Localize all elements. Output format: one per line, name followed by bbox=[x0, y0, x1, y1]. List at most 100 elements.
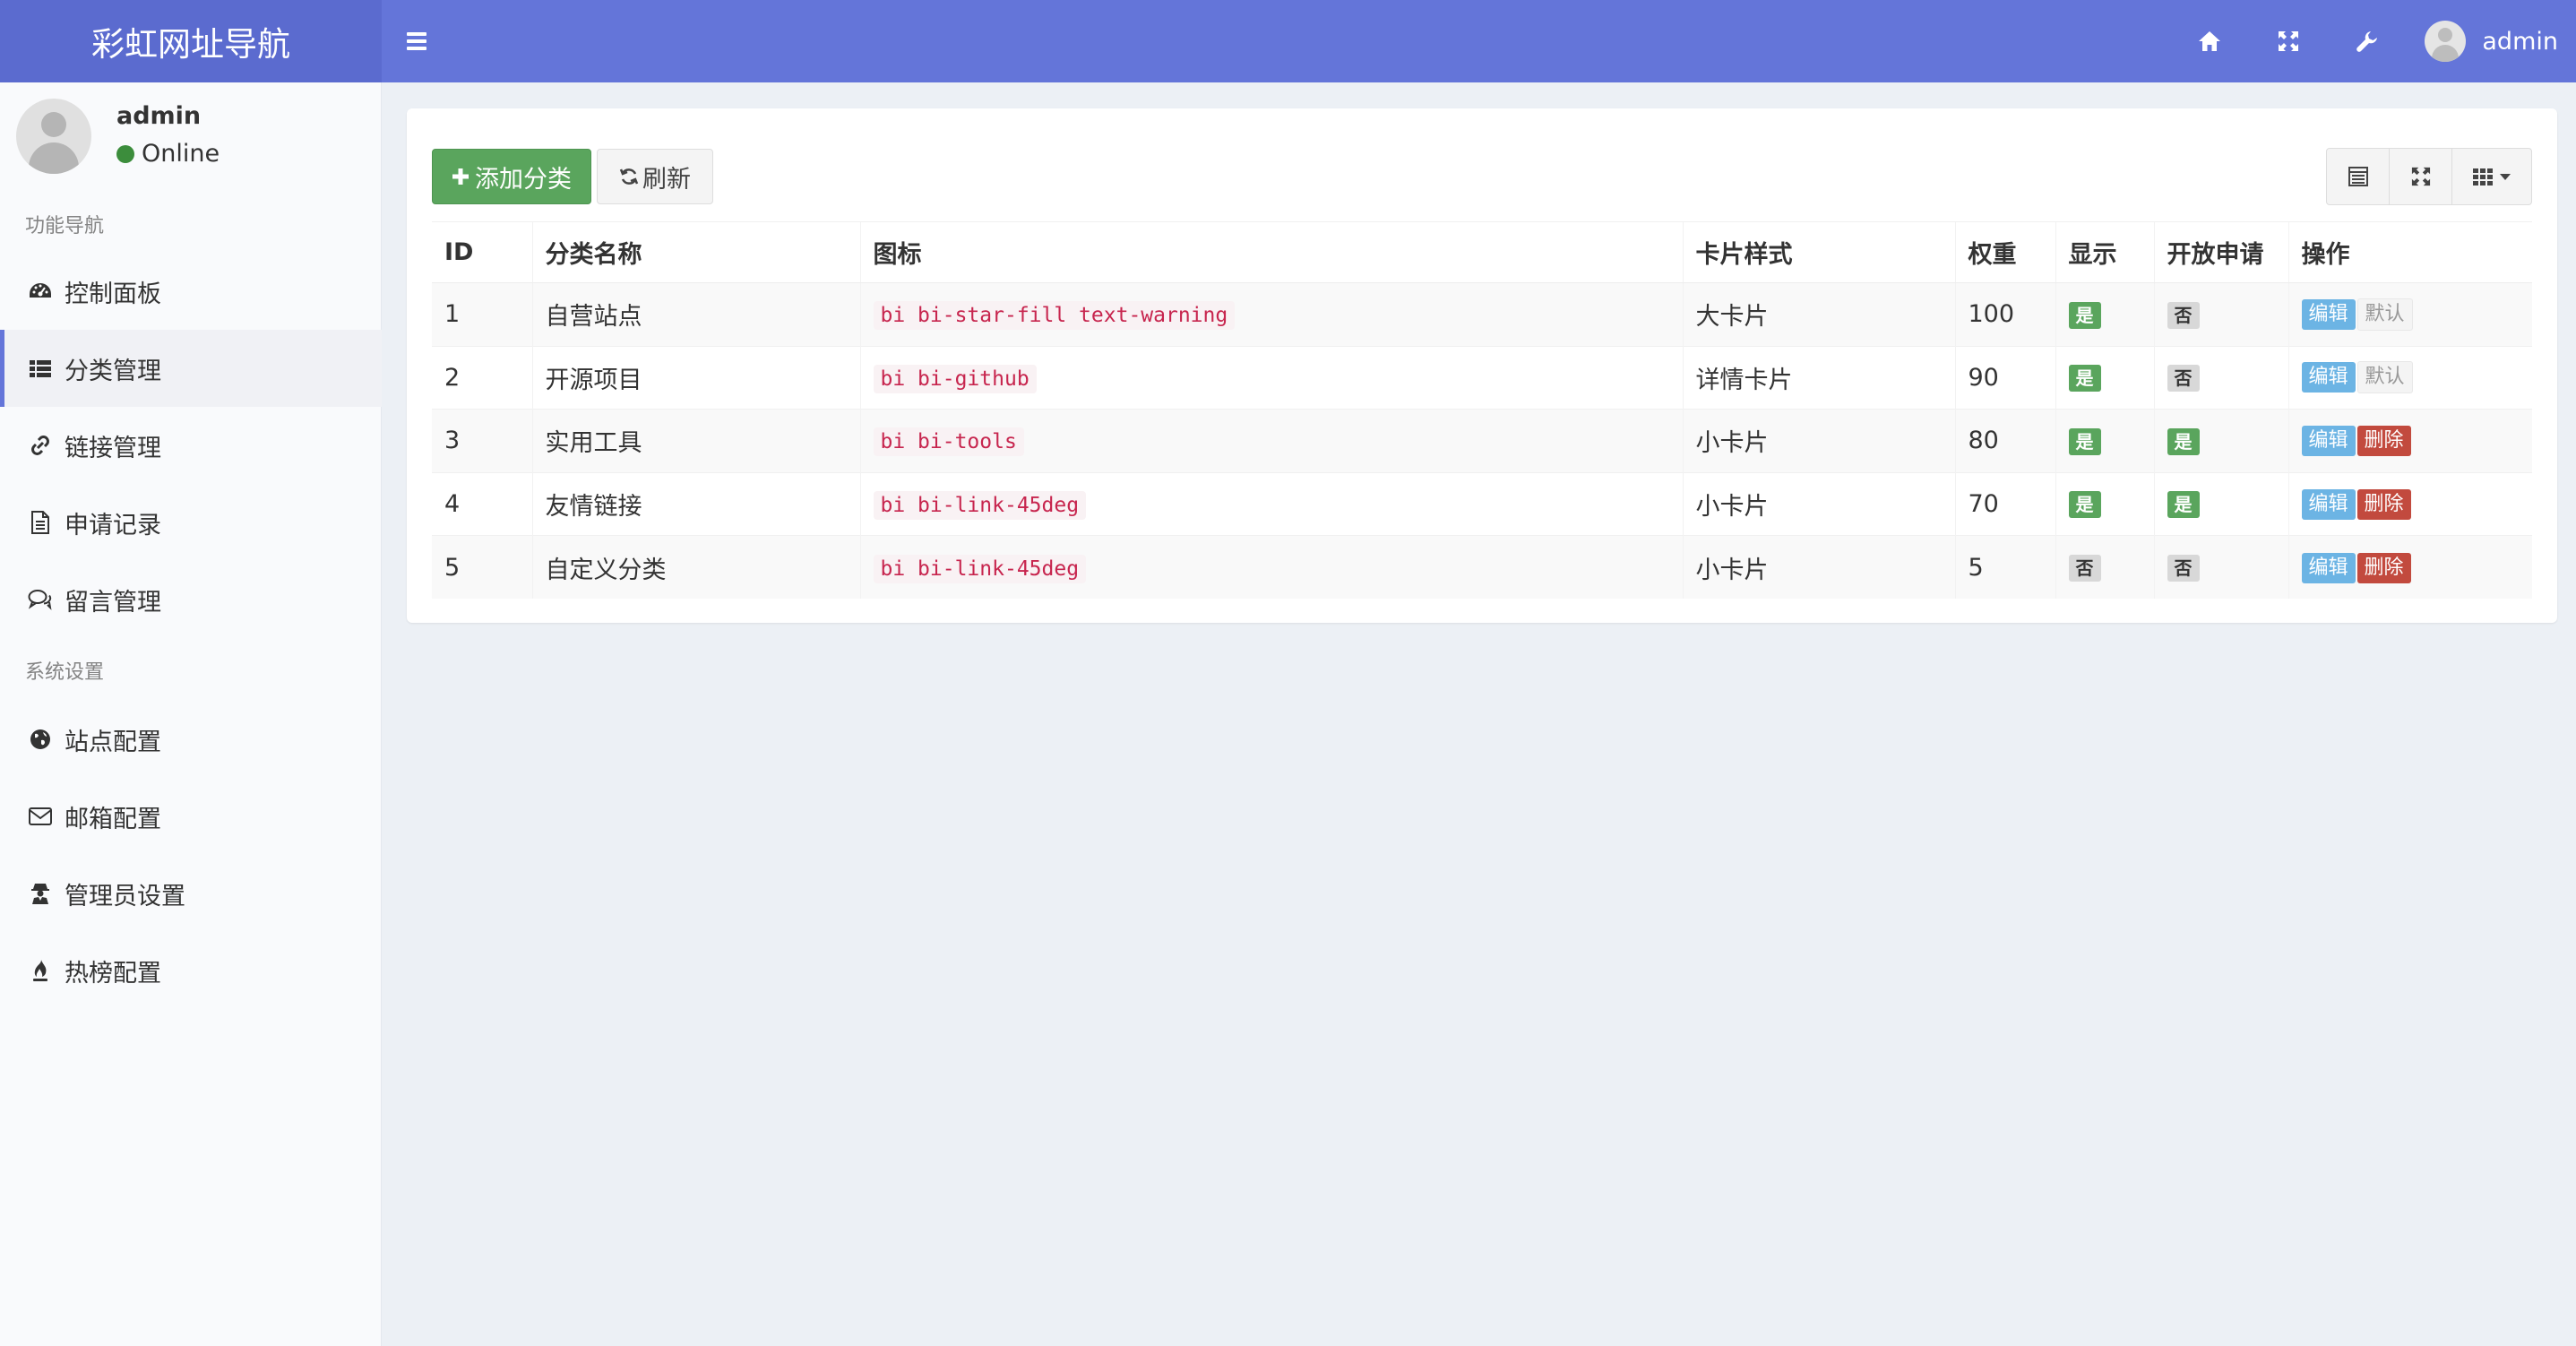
envelope-icon bbox=[27, 803, 54, 830]
dashboard-icon bbox=[27, 278, 54, 305]
cell-apply: 是 bbox=[2153, 471, 2288, 536]
table-view-icon bbox=[2348, 167, 2368, 186]
column-header[interactable]: 图标 bbox=[859, 221, 1683, 283]
cell-weight: 70 bbox=[1954, 471, 2055, 536]
show-badge: 是 bbox=[2068, 365, 2101, 393]
cell-name: 开源项目 bbox=[531, 345, 860, 410]
globe-icon bbox=[27, 726, 54, 753]
sidebar-item-categories[interactable]: 分类管理 bbox=[0, 330, 382, 407]
table-row: 2 开源项目 bi bi-github 详情卡片 90 是 否 编辑 默认 bbox=[432, 345, 2532, 410]
edit-button[interactable]: 编辑 bbox=[2301, 552, 2356, 583]
delete-button[interactable]: 删除 bbox=[2356, 552, 2411, 583]
cell-show: 是 bbox=[2055, 282, 2154, 346]
table-header-row: ID 分类名称 图标 卡片样式 权重 显示 开放申请 操作 bbox=[432, 221, 2532, 283]
caret-down-icon bbox=[2500, 174, 2511, 180]
cell-actions: 编辑 删除 bbox=[2287, 535, 2532, 599]
grid-icon bbox=[2473, 168, 2493, 186]
cell-name: 友情链接 bbox=[531, 471, 860, 536]
toggle-view-button[interactable] bbox=[2327, 149, 2390, 204]
column-header[interactable]: 卡片样式 bbox=[1682, 221, 1955, 283]
category-table: ID 分类名称 图标 卡片样式 权重 显示 开放申请 操作 1 自营站点 bi … bbox=[432, 221, 2532, 599]
icon-class-code: bi bi-tools bbox=[873, 427, 1024, 457]
edit-button[interactable]: 编辑 bbox=[2301, 362, 2356, 393]
brand-logo[interactable]: 彩虹网址导航 bbox=[0, 0, 382, 82]
cell-weight: 90 bbox=[1954, 345, 2055, 410]
column-header: 操作 bbox=[2287, 221, 2532, 283]
show-badge: 是 bbox=[2068, 427, 2101, 455]
wrench-icon[interactable] bbox=[2328, 0, 2407, 82]
header-user-menu[interactable]: admin bbox=[2407, 0, 2576, 82]
user-secret-icon bbox=[27, 880, 54, 907]
sidebar-item-label: 申请记录 bbox=[65, 511, 161, 539]
icon-class-code: bi bi-star-fill text-warning bbox=[873, 301, 1236, 331]
user-status-label: Online bbox=[142, 140, 220, 168]
icon-class-code: bi bi-link-45deg bbox=[873, 490, 1087, 520]
column-header[interactable]: 分类名称 bbox=[531, 221, 860, 283]
column-header[interactable]: 显示 bbox=[2055, 221, 2154, 283]
refresh-button[interactable]: 刷新 bbox=[597, 149, 713, 204]
sidebar-item-label: 邮箱配置 bbox=[65, 805, 161, 833]
column-header[interactable]: 权重 bbox=[1954, 221, 2055, 283]
sidebar-item-dashboard[interactable]: 控制面板 bbox=[0, 253, 382, 330]
cell-id: 4 bbox=[432, 471, 532, 536]
show-badge: 否 bbox=[2068, 555, 2101, 582]
delete-button[interactable]: 删除 bbox=[2356, 488, 2411, 520]
file-icon bbox=[27, 509, 54, 536]
header-username: admin bbox=[2482, 27, 2558, 56]
plus-icon bbox=[452, 168, 469, 185]
cell-icon: bi bi-star-fill text-warning bbox=[859, 282, 1683, 346]
columns-dropdown-button[interactable] bbox=[2452, 149, 2531, 204]
category-list-panel: 添加分类 刷新 ID 分类名称 图标 卡片样式 权重 显示 开放申请 操作 1 … bbox=[407, 108, 2557, 623]
cell-icon: bi bi-github bbox=[859, 345, 1683, 410]
column-header[interactable]: 开放申请 bbox=[2153, 221, 2288, 283]
add-category-button[interactable]: 添加分类 bbox=[432, 149, 591, 204]
cell-id: 1 bbox=[432, 282, 532, 346]
cell-card-style: 小卡片 bbox=[1682, 535, 1955, 599]
add-category-label: 添加分类 bbox=[475, 165, 572, 194]
user-status: Online bbox=[116, 140, 220, 168]
apply-badge: 否 bbox=[2167, 365, 2200, 393]
sidebar-item-admin-settings[interactable]: 管理员设置 bbox=[0, 855, 382, 932]
cell-show: 否 bbox=[2055, 535, 2154, 599]
sidebar-item-mail-config[interactable]: 邮箱配置 bbox=[0, 778, 382, 855]
sidebar-toggle-icon[interactable] bbox=[401, 25, 434, 57]
column-header[interactable]: ID bbox=[432, 221, 532, 283]
cell-icon: bi bi-link-45deg bbox=[859, 471, 1683, 536]
cell-weight: 80 bbox=[1954, 409, 2055, 472]
fire-icon bbox=[27, 957, 54, 984]
table-row: 3 实用工具 bi bi-tools 小卡片 80 是 是 编辑 删除 bbox=[432, 409, 2532, 472]
sidebar-item-links[interactable]: 链接管理 bbox=[0, 407, 382, 484]
cell-apply: 否 bbox=[2153, 345, 2288, 410]
sidebar-item-applications[interactable]: 申请记录 bbox=[0, 484, 382, 561]
cell-actions: 编辑 默认 bbox=[2287, 345, 2532, 410]
cell-card-style: 小卡片 bbox=[1682, 471, 1955, 536]
cell-icon: bi bi-link-45deg bbox=[859, 535, 1683, 599]
sidebar-item-hotlist-config[interactable]: 热榜配置 bbox=[0, 932, 382, 1009]
table-row: 1 自营站点 bi bi-star-fill text-warning 大卡片 … bbox=[432, 282, 2532, 346]
default-button: 默认 bbox=[2356, 298, 2413, 331]
cell-icon: bi bi-tools bbox=[859, 409, 1683, 472]
edit-button[interactable]: 编辑 bbox=[2301, 298, 2356, 330]
edit-button[interactable]: 编辑 bbox=[2301, 488, 2356, 520]
home-icon[interactable] bbox=[2170, 0, 2249, 82]
apply-badge: 否 bbox=[2167, 555, 2200, 582]
delete-button[interactable]: 删除 bbox=[2356, 426, 2411, 457]
cell-actions: 编辑 删除 bbox=[2287, 471, 2532, 536]
sidebar-item-site-config[interactable]: 站点配置 bbox=[0, 701, 382, 778]
cell-id: 5 bbox=[432, 535, 532, 599]
table-row: 5 自定义分类 bi bi-link-45deg 小卡片 5 否 否 编辑 删除 bbox=[432, 535, 2532, 599]
icon-class-code: bi bi-link-45deg bbox=[873, 554, 1087, 583]
online-status-icon bbox=[116, 144, 134, 163]
user-panel: admin Online bbox=[0, 82, 382, 181]
fullscreen-button[interactable] bbox=[2390, 149, 2452, 204]
refresh-icon bbox=[619, 168, 639, 185]
edit-button[interactable]: 编辑 bbox=[2301, 426, 2356, 457]
cell-name: 自营站点 bbox=[531, 282, 860, 346]
cell-name: 自定义分类 bbox=[531, 535, 860, 599]
fullscreen-icon[interactable] bbox=[2249, 0, 2328, 82]
cell-weight: 5 bbox=[1954, 535, 2055, 599]
sidebar-item-messages[interactable]: 留言管理 bbox=[0, 561, 382, 638]
cell-actions: 编辑 默认 bbox=[2287, 282, 2532, 346]
sidebar-item-label: 热榜配置 bbox=[65, 959, 161, 988]
fullscreen-icon bbox=[2411, 167, 2430, 186]
